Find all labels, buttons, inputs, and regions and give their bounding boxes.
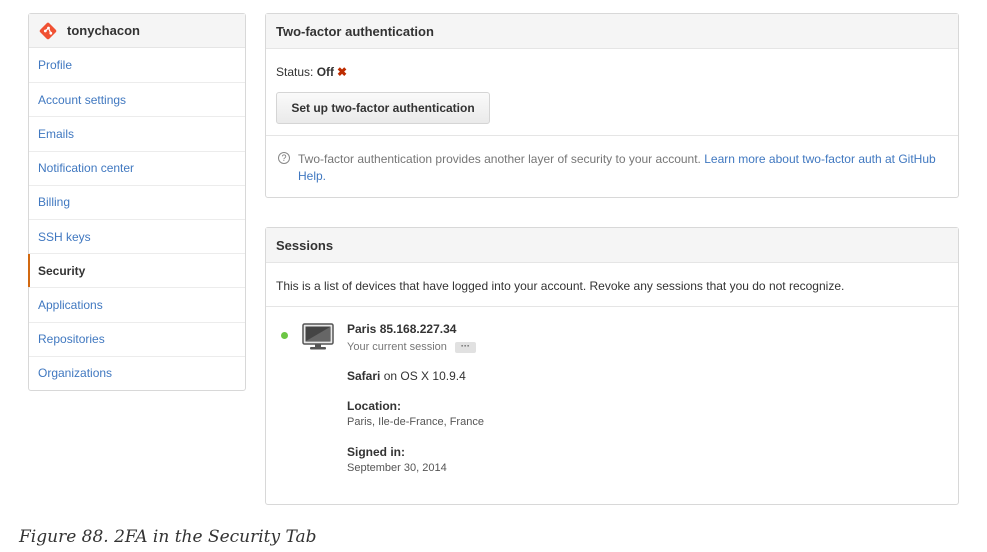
two-factor-panel: Two-factor authentication Status: Off ✖ S… — [265, 13, 959, 198]
signed-in-label: Signed in: — [347, 445, 405, 459]
session-browser: Safari on OS X 10.9.4 — [347, 369, 466, 383]
figure-caption: Figure 88. 2FA in the Security Tab — [19, 527, 317, 547]
sidebar-item-ssh-keys[interactable]: SSH keys — [29, 218, 245, 253]
sidebar-item-profile[interactable]: Profile — [29, 48, 245, 82]
divider — [266, 135, 958, 136]
sidebar-item-billing[interactable]: Billing — [29, 184, 245, 219]
status-off-icon: ✖ — [337, 65, 348, 79]
sidebar-item-account-settings[interactable]: Account settings — [29, 82, 245, 116]
location-label: Location: — [347, 399, 401, 413]
sidebar-username[interactable]: tonychacon — [67, 23, 140, 38]
settings-sidebar: tonychacon Profile Account settings Emai… — [28, 13, 246, 391]
monitor-icon — [302, 323, 334, 354]
git-logo-icon — [39, 22, 57, 40]
sidebar-item-emails[interactable]: Emails — [29, 116, 245, 150]
divider — [266, 306, 958, 307]
sidebar-item-organizations[interactable]: Organizations — [29, 355, 245, 390]
status-value: Off — [316, 65, 335, 79]
status-label: Status: — [276, 65, 314, 79]
browser-name: Safari — [347, 369, 381, 383]
current-session-label: Your current session — [347, 341, 447, 353]
sessions-title: Sessions — [266, 228, 958, 263]
sidebar-item-applications[interactable]: Applications — [29, 287, 245, 321]
current-session: Your current session ··· — [347, 341, 476, 353]
sidebar-header: tonychacon — [29, 14, 245, 48]
active-session-dot — [281, 332, 288, 339]
session-location-ip: Paris 85.168.227.34 — [347, 322, 457, 336]
location-value: Paris, Ile-de-France, France — [347, 416, 484, 428]
two-factor-status: Status: Off ✖ — [276, 65, 347, 79]
setup-two-factor-button[interactable]: Set up two-factor authentication — [276, 92, 490, 124]
signed-in-value: September 30, 2014 — [347, 462, 447, 474]
sidebar-item-notification-center[interactable]: Notification center — [29, 150, 245, 185]
browser-os: on OS X 10.9.4 — [383, 369, 466, 383]
sessions-description: This is a list of devices that have logg… — [276, 279, 845, 293]
two-factor-help: Two-factor authentication provides anoth… — [298, 151, 938, 185]
session-details-button[interactable]: ··· — [454, 341, 476, 353]
help-text: Two-factor authentication provides anoth… — [298, 152, 701, 166]
two-factor-title: Two-factor authentication — [266, 14, 958, 49]
sidebar-item-security[interactable]: Security — [28, 253, 245, 288]
sidebar-item-repositories[interactable]: Repositories — [29, 321, 245, 356]
question-circle-icon: ? — [278, 152, 290, 164]
sessions-panel: Sessions This is a list of devices that … — [265, 227, 959, 505]
